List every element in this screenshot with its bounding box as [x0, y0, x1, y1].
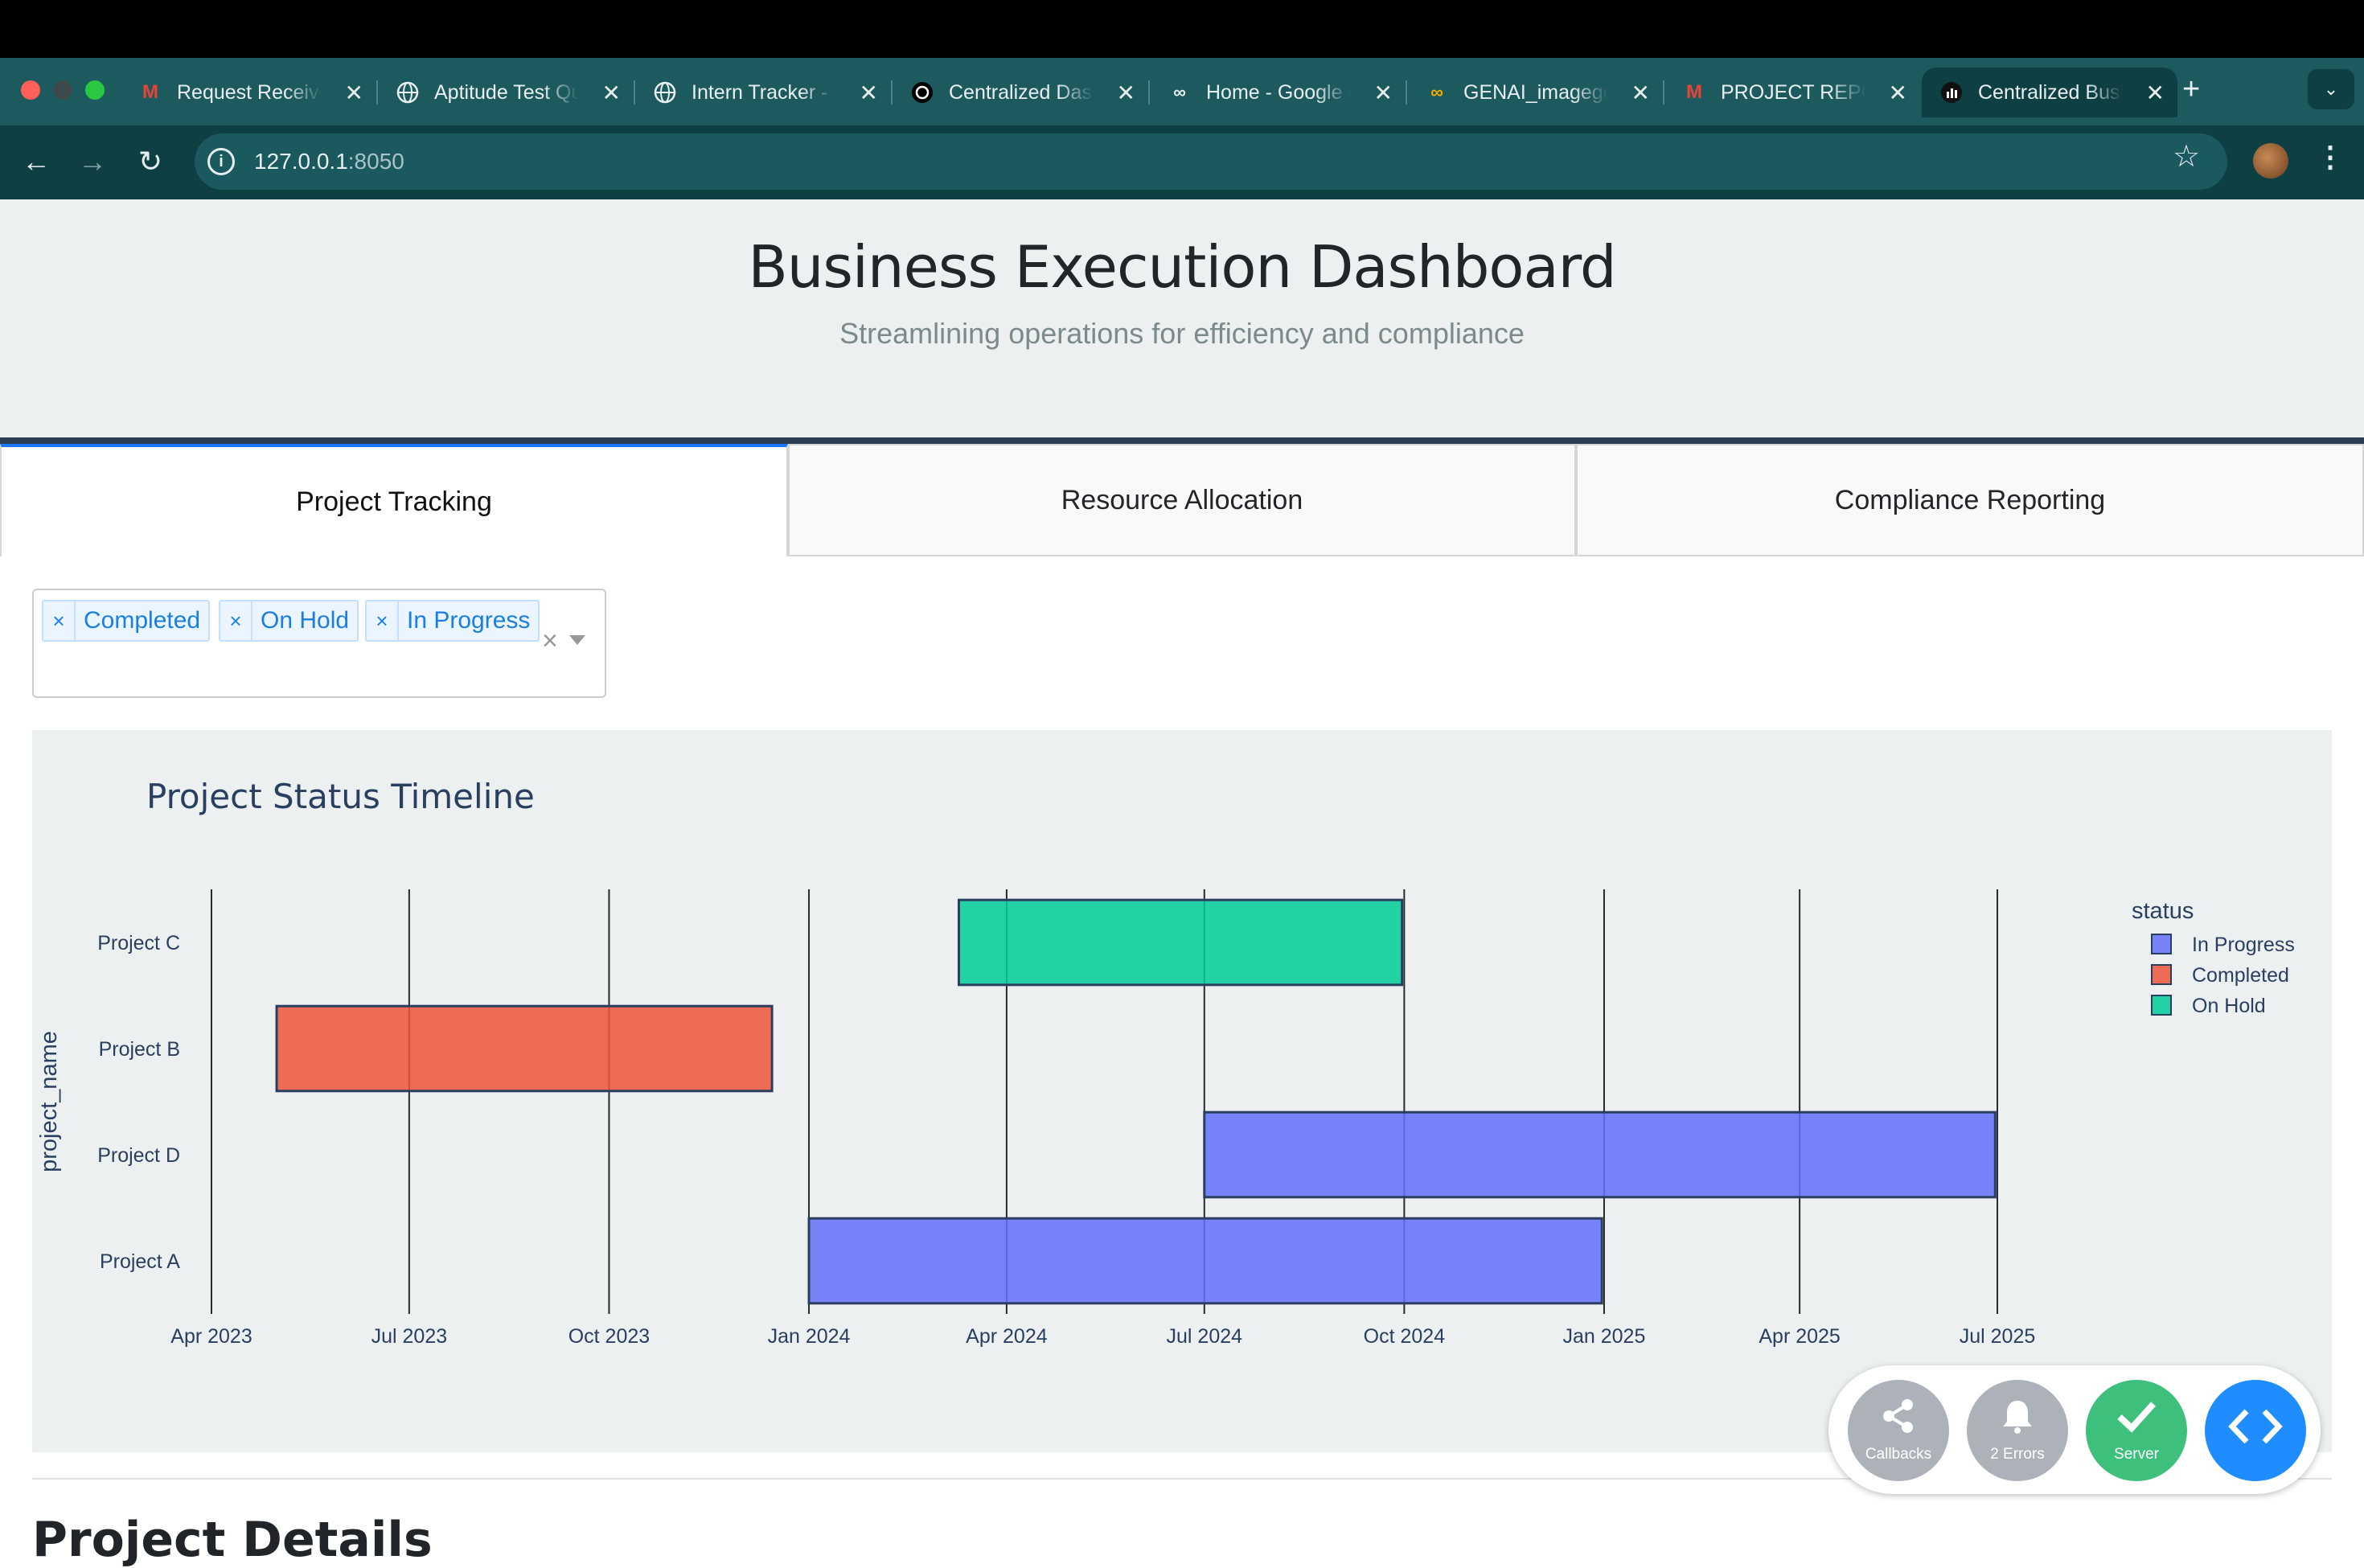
x-tick-label: Oct 2024 [1364, 1325, 1446, 1348]
legend-swatch [2151, 964, 2172, 985]
dash-devtools: Callbacks 2 Errors Server [1828, 1365, 2321, 1494]
code-icon [2227, 1406, 2284, 1455]
callbacks-label: Callbacks [1865, 1446, 1932, 1463]
legend-label: On Hold [2192, 995, 2266, 1017]
devtools-toggle-button[interactable] [2205, 1380, 2306, 1481]
y-axis-label: project_name [36, 1031, 62, 1172]
timeline-bar [957, 898, 1404, 987]
section-heading: Project Details [32, 1512, 433, 1568]
y-tick-label: Project B [99, 1038, 180, 1061]
x-tick-label: Jul 2025 [1960, 1325, 2036, 1348]
check-icon [2116, 1398, 2157, 1443]
x-tick-label: Oct 2023 [568, 1325, 650, 1348]
legend-swatch [2151, 995, 2172, 1016]
errors-button[interactable]: 2 Errors [1967, 1380, 2068, 1481]
x-tick-label: Jan 2025 [1563, 1325, 1646, 1348]
y-tick-label: Project D [97, 1144, 180, 1167]
legend-swatch [2151, 934, 2172, 954]
x-tick-label: Apr 2024 [966, 1325, 1048, 1348]
timeline-bar [1203, 1110, 1997, 1199]
y-tick-label: Project A [100, 1250, 180, 1273]
legend-label: In Progress [2192, 934, 2295, 956]
x-tick-label: Jul 2024 [1167, 1325, 1243, 1348]
server-status-button[interactable]: Server [2086, 1380, 2187, 1481]
server-label: Server [2114, 1446, 2159, 1463]
x-tick-label: Jul 2023 [371, 1325, 448, 1348]
share-icon [1880, 1398, 1917, 1443]
timeline-bar [807, 1217, 1603, 1305]
errors-label: 2 Errors [1990, 1446, 2045, 1463]
x-tick-label: Jan 2024 [768, 1325, 851, 1348]
x-tick-label: Apr 2025 [1759, 1325, 1840, 1348]
timeline-chart: Apr 2023 Jul 2023 Oct 2023 Jan 2024 Apr 2024… [36, 889, 2295, 1348]
legend-title: status [2132, 898, 2194, 924]
y-tick-label: Project C [97, 932, 180, 954]
bell-icon [1999, 1398, 2036, 1443]
timeline-bar [275, 1004, 774, 1093]
callbacks-button[interactable]: Callbacks [1848, 1380, 1949, 1481]
x-tick-label: Apr 2023 [170, 1325, 252, 1348]
legend-label: Completed [2192, 964, 2289, 987]
